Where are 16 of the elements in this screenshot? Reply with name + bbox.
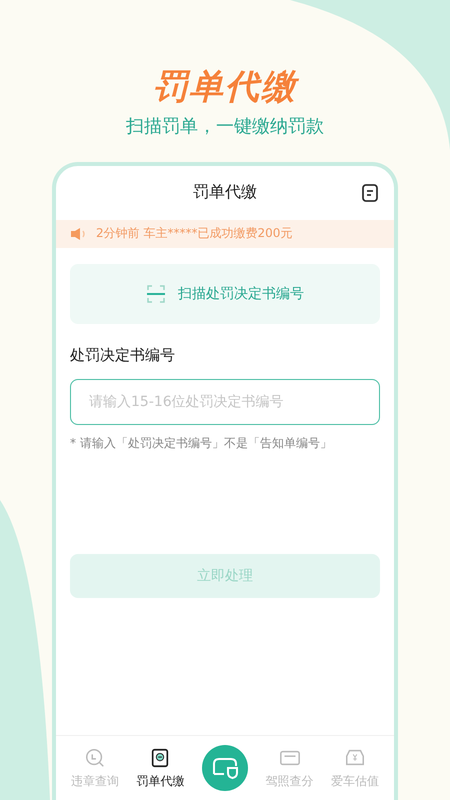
tab-item[interactable]: 罚单代缴 bbox=[136, 746, 184, 790]
scan-icon bbox=[146, 284, 166, 304]
hint-text: * 请输入「处罚决定书编号」不是「告知单编号」 bbox=[70, 434, 333, 452]
car-shield-button[interactable] bbox=[202, 745, 248, 791]
field-label: 处罚决定书编号 bbox=[70, 346, 176, 365]
tab-item[interactable]: 违章查询 bbox=[70, 746, 119, 790]
tab-item[interactable]: 驾照查分 bbox=[266, 746, 314, 790]
scan-button[interactable]: 扫描处罚决定书编号 bbox=[70, 264, 380, 324]
tab-item[interactable]: 爱车估值 bbox=[331, 746, 380, 790]
document-icon[interactable] bbox=[360, 182, 380, 203]
promo-headline: 罚单代缴 bbox=[153, 66, 297, 108]
promo-subtitle: 扫描罚单，一键缴纳罚款 bbox=[126, 115, 324, 138]
screen-title: 罚单代缴 bbox=[193, 182, 257, 204]
notice-text: 2分钟前 车主*****已成功缴费200元 bbox=[96, 225, 292, 242]
input-field[interactable]: 请输入15-16位处罚决定书编号 bbox=[70, 378, 380, 425]
search-icon bbox=[84, 746, 106, 768]
